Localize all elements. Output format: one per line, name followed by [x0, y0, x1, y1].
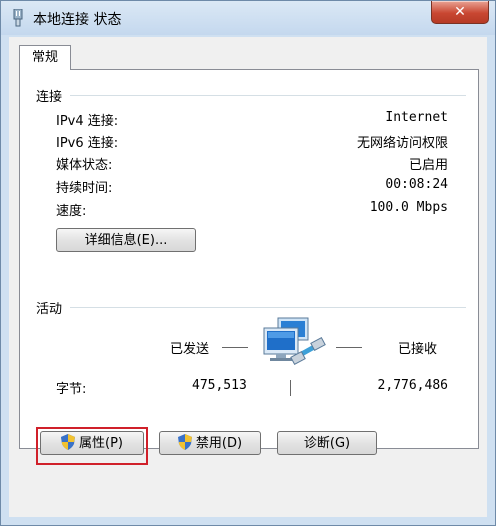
sent-label: 已发送	[170, 342, 210, 357]
network-adapter-icon	[13, 9, 23, 27]
duration-label: 持续时间:	[56, 181, 113, 196]
network-computers-icon	[263, 317, 326, 366]
bytes-sent-value: 475,513	[192, 378, 247, 393]
activity-divider	[70, 307, 466, 308]
activity-vertical-line	[290, 380, 291, 396]
highlight-box	[36, 427, 148, 465]
connection-divider	[70, 95, 466, 96]
received-label: 已接收	[398, 342, 438, 357]
close-icon: ✕	[454, 4, 466, 20]
ipv4-label: IPv4 连接:	[56, 114, 119, 129]
general-panel: 连接 IPv4 连接: Internet IPv6 连接: 无网络访问权限 媒体…	[19, 69, 479, 449]
sent-dash	[222, 347, 248, 348]
disable-button[interactable]: 禁用(D)	[159, 431, 261, 455]
disable-button-label: 禁用(D)	[195, 436, 243, 451]
media-state-label: 媒体状态:	[56, 158, 113, 173]
received-dash	[336, 347, 362, 348]
ipv6-label: IPv6 连接:	[56, 136, 119, 151]
diagnose-button[interactable]: 诊断(G)	[277, 431, 377, 455]
media-state-value: 已启用	[408, 158, 448, 173]
bytes-label: 字节:	[56, 382, 87, 397]
ipv6-value: 无网络访问权限	[356, 136, 448, 151]
speed-value: 100.0 Mbps	[369, 200, 448, 215]
close-button[interactable]: ✕	[431, 1, 489, 24]
title-bar[interactable]: 本地连接 状态 ✕	[1, 1, 495, 35]
connection-group-label: 连接	[36, 90, 63, 105]
dialog-client: 常规 连接 IPv4 连接: Internet IPv6 连接: 无网络访问权限…	[9, 37, 487, 517]
uac-shield-icon	[177, 434, 192, 450]
status-window: 本地连接 状态 ✕ 常规 连接 IPv4 连接: Internet IPv6 连…	[0, 0, 496, 526]
speed-label: 速度:	[56, 204, 87, 219]
bytes-received-value: 2,776,486	[377, 378, 448, 393]
details-button[interactable]: 详细信息(E)...	[56, 228, 196, 252]
window-title: 本地连接 状态	[33, 12, 122, 28]
duration-value: 00:08:24	[385, 177, 448, 192]
ipv4-value: Internet	[385, 110, 448, 125]
activity-group-label: 活动	[36, 302, 63, 317]
tab-general[interactable]: 常规	[19, 45, 71, 70]
